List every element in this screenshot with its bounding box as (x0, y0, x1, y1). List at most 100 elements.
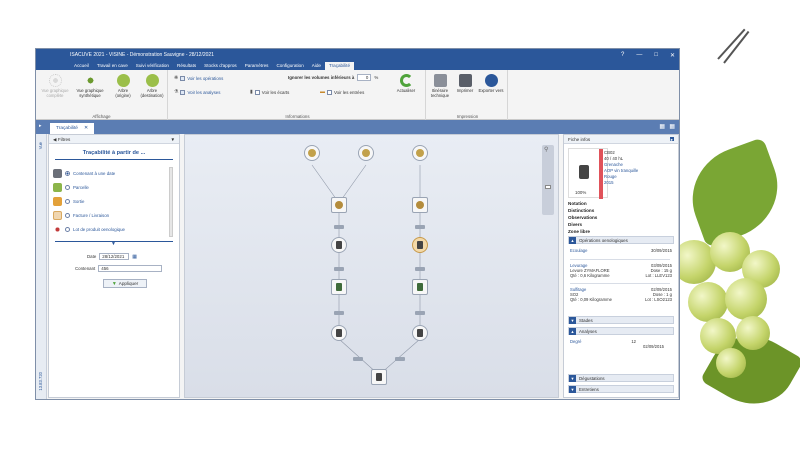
ribbon-group-label: Informations (285, 114, 310, 119)
layout-icon[interactable]: ▦ (659, 123, 665, 130)
radio-button[interactable] (65, 227, 70, 232)
tree-origin-button[interactable]: Arbre (origine) (110, 74, 136, 98)
menu-parametres[interactable]: Paramètres (241, 62, 273, 70)
info-panel: Fiche infos ▸ 100% CB02 40 / 40 hL Grena… (563, 134, 679, 398)
options-scrollbar[interactable] (169, 167, 173, 237)
observations-label: Observations (568, 215, 598, 220)
container-year: 2015 (604, 180, 614, 185)
collapse-section-icon[interactable]: ▲ (569, 236, 576, 244)
container-field: Contenant 456 (75, 265, 163, 272)
expand-icon[interactable]: ▸ (669, 137, 674, 142)
fill-level-bar (599, 149, 603, 199)
title-bar: ISACUVE 2021 - VISINE - Démonstration Sa… (36, 49, 679, 61)
side-strip-top-label[interactable]: Vue (38, 142, 43, 149)
expand-section-icon[interactable]: ▼ (569, 316, 576, 324)
container-node[interactable] (331, 237, 347, 253)
collapse-icon[interactable]: ◀ (53, 137, 57, 142)
menu-tracabilite[interactable]: Traçabilité (324, 62, 355, 70)
tree-destination-button[interactable]: Arbre (destination) (138, 74, 166, 98)
container-node[interactable] (412, 325, 428, 341)
show-gaps-checkbox[interactable]: ▮ Voir les écarts (250, 89, 289, 95)
container-select[interactable]: 456 (98, 265, 163, 272)
minimize-icon[interactable]: — (636, 52, 642, 58)
synthetic-graph-view-button[interactable]: Vue graphique synthétique (74, 74, 106, 98)
expand-section-icon[interactable]: ▼ (569, 385, 576, 393)
radio-button[interactable] (65, 171, 70, 176)
zoom-slider-thumb[interactable] (545, 185, 551, 189)
collapse-arrow-icon[interactable]: ▸ (39, 123, 42, 129)
container-node-selected[interactable] (412, 237, 428, 253)
container-node[interactable] (331, 325, 347, 341)
refresh-button[interactable]: Actualiser (392, 74, 420, 93)
full-graph-view-button[interactable]: Vue graphique complète (40, 74, 70, 98)
date-input[interactable]: 28/12/2021 (99, 253, 130, 260)
vine-leaf-icon (678, 137, 792, 248)
section-analyses[interactable]: ▲ Analyses (568, 327, 674, 335)
section-degustations[interactable]: ▼ Dégustations (568, 374, 674, 382)
option-invoice[interactable]: Facture / Livraison (53, 211, 109, 220)
section-entretiens[interactable]: ▼ Entretiens (568, 385, 674, 393)
maximize-icon[interactable]: □ (654, 52, 658, 58)
radio-button[interactable] (65, 199, 70, 204)
menu-accueil[interactable]: Accueil (70, 62, 93, 70)
radio-button[interactable] (65, 185, 70, 190)
operation-node[interactable] (331, 197, 347, 213)
divers-label: Divers (568, 222, 583, 227)
help-icon[interactable]: ? (621, 52, 624, 58)
version-label: 13.83.720 (38, 372, 43, 391)
chevron-down-icon[interactable]: ▼ (111, 241, 116, 247)
operation-node[interactable] (412, 279, 428, 295)
expand-section-icon[interactable]: ▼ (569, 374, 576, 382)
option-exit[interactable]: Sortie (53, 197, 84, 206)
option-parcel[interactable]: Parcelle (53, 183, 89, 192)
entries-icon: ▬ (320, 89, 325, 95)
itinerary-button[interactable]: Itinéraire technique (428, 74, 452, 98)
filters-panel: ◀ Filtres ▼ Traçabilité à partir de ... … (48, 134, 180, 398)
menu-aide[interactable]: Aide (308, 62, 325, 70)
collapse-section-icon[interactable]: ▲ (569, 327, 576, 335)
operation-node[interactable] (412, 197, 428, 213)
print-button[interactable]: Imprimer (454, 74, 476, 93)
parcel-node[interactable] (304, 145, 320, 161)
zoom-slider[interactable]: ⚲ (542, 145, 554, 215)
close-tab-icon[interactable]: ✕ (84, 126, 88, 131)
menu-configuration[interactable]: Configuration (272, 62, 307, 70)
menu-travail-en-cave[interactable]: Travail en cave (93, 62, 132, 70)
pin-icon[interactable]: ▦ (669, 123, 675, 130)
traceability-graph[interactable]: ⚲ (184, 134, 559, 398)
link-badge (353, 357, 363, 361)
parcel-node[interactable] (358, 145, 374, 161)
menu-stocks-appros[interactable]: Stocks d'appros (200, 62, 241, 70)
operation-entry: Ecoulage 30/09/2015 (570, 248, 672, 253)
operation-node[interactable] (331, 279, 347, 295)
radio-button[interactable] (65, 213, 70, 218)
divider (570, 259, 670, 260)
show-operations-checkbox[interactable]: ❋ Voir les opérations (174, 75, 223, 81)
section-oenological-operations[interactable]: ▲ Opérations oenologiques (568, 236, 674, 244)
checkbox-box (327, 89, 332, 95)
export-button[interactable]: Exporter vers (478, 74, 504, 93)
show-analyses-checkbox[interactable]: ⚗ Voir les analyses (174, 89, 220, 95)
window-title: ISACUVE 2021 - VISINE - Démonstration Sa… (70, 52, 214, 58)
tree-origin-icon (116, 74, 130, 87)
section-stades[interactable]: ▼ Stades (568, 316, 674, 324)
calendar-icon[interactable]: ▦ (132, 254, 137, 260)
blend-node[interactable] (371, 369, 387, 385)
parcel-node[interactable] (412, 145, 428, 161)
close-icon[interactable]: ✕ (670, 52, 675, 59)
divider (570, 283, 670, 284)
option-oenological-lot[interactable]: Lot de produit oenologique (53, 225, 125, 234)
invoice-icon (53, 211, 62, 220)
menu-suivi-verification[interactable]: Suivi vérification (132, 62, 173, 70)
link-badge (415, 267, 425, 271)
operation-entry: Sulfitage 02/09/2015 SO2 Dose : 1 g Qté : … (570, 287, 672, 302)
option-container-at-date[interactable]: Contenant à une date (53, 169, 115, 178)
filter-funnel-icon[interactable]: ▼ (170, 137, 175, 142)
tab-tracabilite[interactable]: Traçabilité ✕ (50, 123, 94, 134)
refresh-icon (399, 74, 413, 87)
ignore-volumes-input[interactable]: 0 (357, 74, 372, 81)
show-entries-checkbox[interactable]: ▬ Voir les entrées (320, 89, 364, 95)
filters-header: ◀ Filtres ▼ (49, 135, 179, 144)
apply-button[interactable]: ▼ Appliquer (103, 279, 147, 288)
menu-resultats[interactable]: Résultats (173, 62, 200, 70)
